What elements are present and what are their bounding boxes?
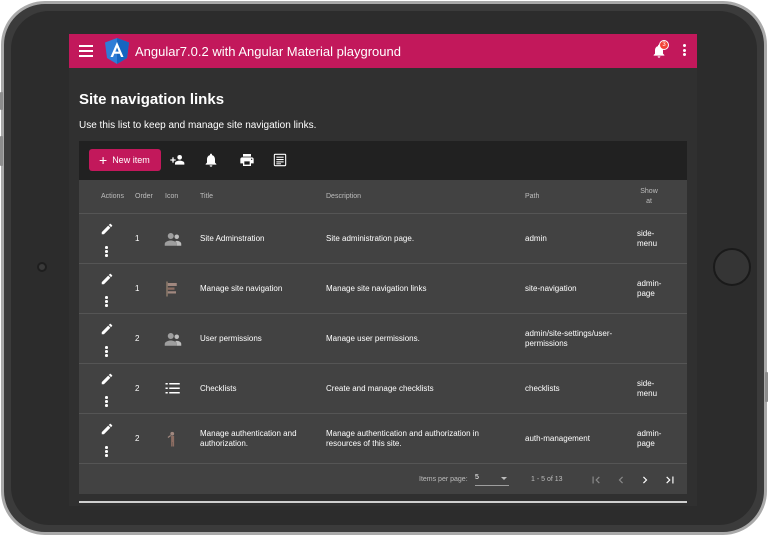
cell-title: Manage authentication and authorization. [200, 429, 297, 448]
dropdown-arrow-icon [501, 477, 507, 480]
row-more-icon[interactable] [105, 446, 109, 458]
checklist-icon [165, 383, 180, 394]
page-description: Use this list to keep and manage site na… [79, 120, 317, 131]
row-more-icon[interactable] [105, 246, 109, 258]
new-item-button[interactable]: + New item [89, 149, 161, 171]
cell-title: Site Adminstration [200, 234, 265, 243]
tablet-side-button [0, 92, 3, 110]
table-row: 1 Site Adminstration Site administration… [79, 214, 687, 264]
action-bar: + New item [79, 141, 687, 180]
cell-show-at: side-menu [637, 379, 658, 398]
print-icon[interactable] [239, 152, 255, 168]
cell-order: 1 [135, 284, 140, 293]
table-row: 2 Manage authentication and authorizatio… [79, 414, 687, 464]
cell-title: User permissions [200, 334, 262, 343]
page-title: Site navigation links [79, 91, 225, 108]
row-more-icon[interactable] [105, 346, 109, 358]
row-more-icon[interactable] [105, 396, 109, 408]
cell-show-at: side-menu [637, 229, 658, 248]
add-icon: + [99, 152, 108, 168]
footer-divider [79, 501, 687, 503]
cell-path: admin/site-settings/user-permissions [525, 329, 613, 348]
table-row: 1 Manage site navigation Manage site nav… [79, 264, 687, 314]
next-page-icon[interactable] [638, 473, 652, 487]
items-per-page-label: Items per page: [419, 476, 468, 483]
list-document-icon[interactable] [272, 152, 288, 168]
edit-icon[interactable] [100, 372, 114, 386]
cell-order: 1 [135, 234, 140, 243]
supervisor-account-icon [164, 333, 182, 346]
cell-order: 2 [135, 334, 140, 343]
cell-description: Manage authentication and authorization … [326, 429, 479, 448]
notification-badge: 3 [659, 40, 669, 50]
bell-icon[interactable] [203, 152, 219, 168]
cell-path: auth-management [525, 434, 590, 443]
first-page-icon[interactable] [589, 473, 603, 487]
edit-icon[interactable] [100, 222, 114, 236]
supervisor-account-icon [164, 233, 182, 246]
table-row: 2 User permissions Manage user permissio… [79, 314, 687, 364]
cell-show-at: admin-page [637, 279, 662, 298]
menu-icon[interactable] [79, 45, 93, 57]
supervisor-account-icon[interactable] [169, 152, 185, 168]
angular-logo-icon [105, 38, 129, 64]
paginator: Items per page: 5 1 - 5 of 13 [79, 464, 687, 494]
row-more-icon[interactable] [105, 296, 109, 308]
page-size-select[interactable]: 5 [475, 474, 509, 486]
cell-description: Manage user permissions. [326, 334, 420, 343]
cell-order: 2 [135, 384, 140, 393]
header-order: Order [135, 193, 153, 200]
tablet-side-button [0, 136, 3, 166]
header-icon: Icon [165, 193, 179, 200]
new-item-label: New item [112, 155, 150, 165]
app-screen: Angular7.0.2 with Angular Material playg… [69, 34, 697, 506]
navigation-links-table: Actions Order Icon Title Description Pat… [79, 180, 687, 494]
cell-description: Create and manage checklists [326, 384, 434, 393]
authentication-icon [167, 431, 175, 447]
app-toolbar: Angular7.0.2 with Angular Material playg… [69, 34, 697, 68]
app-title: Angular7.0.2 with Angular Material playg… [135, 44, 401, 59]
cell-title: Manage site navigation [200, 284, 283, 293]
more-vert-icon[interactable] [681, 44, 687, 58]
last-page-icon[interactable] [663, 473, 677, 487]
edit-icon[interactable] [100, 322, 114, 336]
tablet-home-button [713, 248, 751, 286]
cell-path: site-navigation [525, 284, 577, 293]
edit-icon[interactable] [100, 272, 114, 286]
cell-path: checklists [525, 384, 560, 393]
previous-page-icon[interactable] [614, 473, 628, 487]
cell-path: admin [525, 234, 547, 243]
header-path: Path [525, 193, 540, 200]
header-title: Title [200, 193, 213, 200]
header-description: Description [326, 193, 362, 200]
cell-title: Checklists [200, 384, 237, 393]
table-row: 2 Checklists Create and manage checklist… [79, 364, 687, 414]
cell-show-at: admin-page [637, 429, 662, 448]
cell-order: 2 [135, 434, 140, 443]
page-range-label: 1 - 5 of 13 [531, 476, 563, 483]
edit-icon[interactable] [100, 422, 114, 436]
page-size-value: 5 [475, 474, 479, 481]
header-show-at: Show at [640, 188, 658, 205]
tablet-camera [37, 262, 47, 272]
cell-description: Manage site navigation links [326, 284, 427, 293]
cell-description: Site administration page. [326, 234, 415, 243]
table-header: Actions Order Icon Title Description Pat… [79, 180, 687, 214]
header-actions: Actions [101, 193, 124, 200]
navigation-icon [166, 281, 177, 297]
